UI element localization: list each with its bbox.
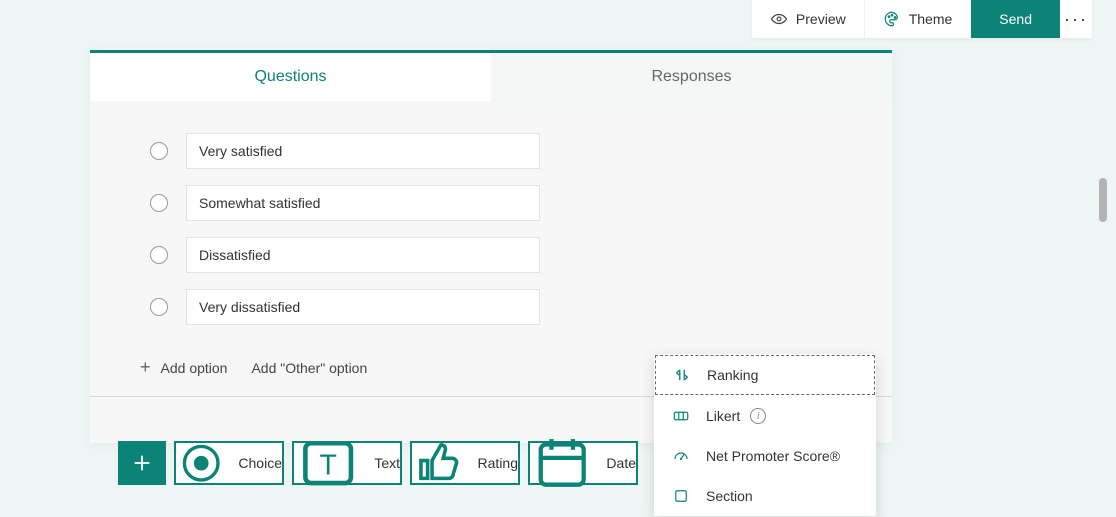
menu-item-nps[interactable]: Net Promoter Score® xyxy=(654,436,876,476)
preview-label: Preview xyxy=(796,11,846,27)
date-label: Date xyxy=(606,455,636,471)
radio-icon xyxy=(150,194,168,212)
choice-text-input[interactable]: Very satisfied xyxy=(186,133,540,169)
scrollbar-thumb[interactable] xyxy=(1099,178,1107,222)
add-option-button[interactable]: + Add option xyxy=(140,357,227,378)
choice-text-input[interactable]: Dissatisfied xyxy=(186,237,540,273)
gauge-icon xyxy=(672,447,690,465)
radio-icon xyxy=(150,142,168,160)
info-icon[interactable]: i xyxy=(750,408,766,424)
tab-responses[interactable]: Responses xyxy=(491,53,892,101)
choice-option: Dissatisfied xyxy=(90,229,892,281)
add-choice-button[interactable]: Choice xyxy=(174,441,284,485)
tab-questions[interactable]: Questions xyxy=(90,53,491,101)
add-question-bar: Choice T Text Rating Date xyxy=(118,441,638,485)
more-question-types-menu: Ranking Likert i Net Promoter Score® Sec… xyxy=(654,354,876,516)
send-button[interactable]: Send xyxy=(971,0,1060,38)
theme-label: Theme xyxy=(909,11,953,27)
svg-text:T: T xyxy=(319,449,336,481)
text-icon: T xyxy=(294,429,362,497)
likert-label: Likert xyxy=(706,408,740,424)
likert-icon xyxy=(672,407,690,425)
add-text-button[interactable]: T Text xyxy=(292,441,402,485)
choice-label: Choice xyxy=(238,455,282,471)
plus-icon xyxy=(131,452,153,474)
add-other-label: Add "Other" option xyxy=(251,360,367,376)
send-label: Send xyxy=(999,11,1032,27)
thumbs-up-icon xyxy=(412,436,466,490)
radio-selected-icon xyxy=(176,438,226,488)
add-option-label: Add option xyxy=(161,360,228,376)
theme-button[interactable]: Theme xyxy=(865,0,972,38)
choice-option: Very dissatisfied xyxy=(90,281,892,333)
radio-icon xyxy=(150,298,168,316)
panel-tabs: Questions Responses xyxy=(90,53,892,101)
choice-option: Somewhat satisfied xyxy=(90,177,892,229)
rating-label: Rating xyxy=(478,455,518,471)
menu-item-section[interactable]: Section xyxy=(654,476,876,516)
more-options-button[interactable]: ··· xyxy=(1060,0,1092,38)
ranking-label: Ranking xyxy=(707,367,758,383)
nps-label: Net Promoter Score® xyxy=(706,448,840,464)
menu-item-likert[interactable]: Likert i xyxy=(654,396,876,436)
ellipsis-icon: ··· xyxy=(1064,9,1088,30)
preview-button[interactable]: Preview xyxy=(752,0,865,38)
add-other-option-button[interactable]: Add "Other" option xyxy=(251,360,367,376)
text-label: Text xyxy=(374,455,400,471)
eye-icon xyxy=(770,10,788,28)
ranking-icon xyxy=(673,366,691,384)
palette-icon xyxy=(883,10,901,28)
add-rating-button[interactable]: Rating xyxy=(410,441,520,485)
section-icon xyxy=(672,487,690,505)
add-question-button[interactable] xyxy=(118,441,166,485)
choice-text-input[interactable]: Very dissatisfied xyxy=(186,289,540,325)
calendar-icon xyxy=(530,431,594,495)
add-date-button[interactable]: Date xyxy=(528,441,638,485)
choice-option: Very satisfied xyxy=(90,125,892,177)
top-toolbar: Preview Theme Send ··· xyxy=(752,0,1092,38)
plus-icon: + xyxy=(140,357,151,378)
choice-list: Very satisfied Somewhat satisfied Dissat… xyxy=(90,101,892,343)
scrollbar[interactable] xyxy=(1099,90,1109,510)
section-label: Section xyxy=(706,488,753,504)
menu-item-ranking[interactable]: Ranking xyxy=(655,355,875,395)
radio-icon xyxy=(150,246,168,264)
choice-text-input[interactable]: Somewhat satisfied xyxy=(186,185,540,221)
